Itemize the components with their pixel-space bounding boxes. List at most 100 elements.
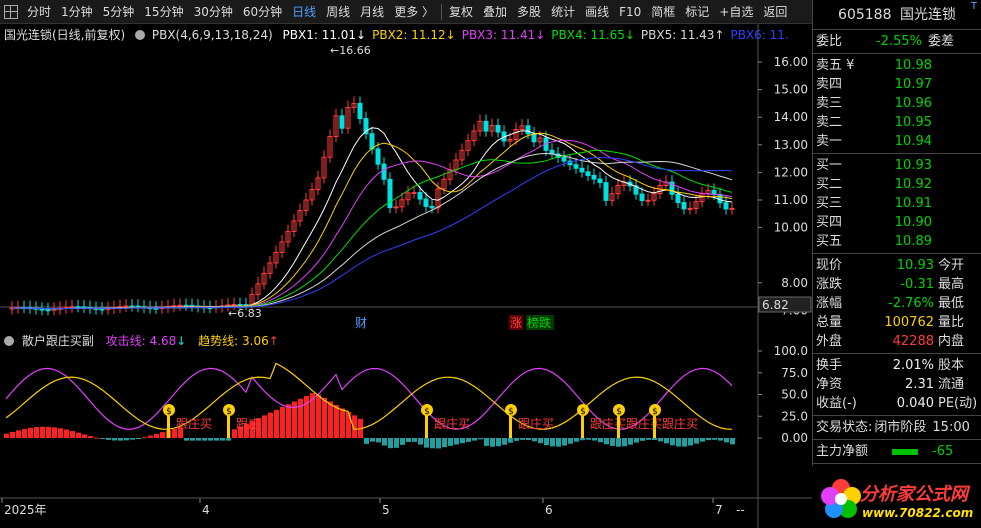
stat2-value: 0.040 bbox=[896, 396, 934, 411]
webi-label: 委比 bbox=[816, 34, 843, 49]
candle-body bbox=[645, 199, 651, 202]
bid-label: 买四 bbox=[816, 215, 843, 230]
volume-histogram-bar bbox=[574, 438, 579, 442]
overlay-button[interactable]: 叠加 bbox=[478, 0, 512, 24]
volume-histogram-bar bbox=[532, 438, 537, 442]
ask-row[interactable]: 卖五 ¥ 10.98 bbox=[813, 56, 981, 75]
volume-histogram-bar bbox=[82, 434, 87, 438]
candle-body bbox=[681, 202, 687, 210]
add-watchlist-button[interactable]: +自选 bbox=[714, 0, 758, 24]
sub-chart-title[interactable]: 散户跟庄买副 bbox=[22, 334, 94, 348]
finance-marker[interactable]: 财 bbox=[355, 316, 367, 330]
webi-row: 委比 -2.55% 委差 bbox=[813, 32, 981, 51]
trade-status-row: 交易状态: 闭市阶段 15:00 bbox=[813, 418, 981, 437]
buy-signal-label: 跟庄买 bbox=[626, 416, 662, 431]
volume-histogram-bar bbox=[526, 438, 531, 440]
stock-header: 605188 国光连锁 T bbox=[813, 0, 981, 30]
candle-body bbox=[495, 124, 501, 133]
period-tab-1min[interactable]: 1分钟 bbox=[56, 0, 98, 24]
multi-stock-button[interactable]: 多股 bbox=[512, 0, 546, 24]
volume-histogram-bar bbox=[598, 438, 603, 443]
ask-price: 10.94 bbox=[894, 134, 932, 149]
bid-list: 买一 10.93 买二 10.92 买三 10.91 买四 10.90 买五 10.89 bbox=[813, 156, 981, 251]
draw-line-button[interactable]: 画线 bbox=[580, 0, 614, 24]
ask-row[interactable]: 卖一 10.94 bbox=[813, 132, 981, 151]
volume-histogram-bar bbox=[676, 438, 681, 447]
stat2-row: 收益(-) 0.040 PE(动) bbox=[813, 394, 981, 413]
stat-value: 10.93 bbox=[896, 258, 934, 273]
candle-body bbox=[183, 304, 189, 307]
candle-body bbox=[687, 207, 693, 210]
fuquan-button[interactable]: 复权 bbox=[444, 0, 478, 24]
volume-histogram-bar bbox=[154, 433, 159, 438]
period-tab-15min[interactable]: 15分钟 bbox=[139, 0, 188, 24]
stat-label: 现价 bbox=[816, 258, 843, 273]
webi-value: -2.55% bbox=[876, 34, 922, 49]
volume-histogram-bar bbox=[622, 438, 627, 447]
volume-histogram-bar bbox=[508, 438, 513, 443]
period-tab-weekly[interactable]: 周线 bbox=[321, 0, 355, 24]
chart-canvas[interactable]: 16.00 15.00 14.00 13.00 12.00 11.00 10.00 8.00 7… bbox=[0, 24, 812, 528]
layout-grid-icon[interactable] bbox=[4, 4, 18, 19]
mainflow-value: -65 bbox=[932, 444, 954, 459]
pbx-line-1 bbox=[11, 127, 733, 310]
bid-row[interactable]: 买三 10.91 bbox=[813, 194, 981, 213]
trend-line-label: 趋势线: bbox=[198, 334, 239, 348]
sub-tick-label: 75.0 bbox=[781, 366, 808, 380]
volume-histogram-bar bbox=[58, 428, 63, 438]
back-button[interactable]: 返回 bbox=[758, 0, 792, 24]
buy-signal-label: 跟庄买 bbox=[518, 416, 554, 431]
volume-histogram-bar bbox=[190, 438, 195, 441]
period-tab-daily[interactable]: 日线 bbox=[287, 0, 321, 24]
simple-frame-button[interactable]: 简框 bbox=[646, 0, 680, 24]
period-tab-5min[interactable]: 5分钟 bbox=[98, 0, 140, 24]
bid-row[interactable]: 买四 10.90 bbox=[813, 213, 981, 232]
ask-row[interactable]: 卖四 10.97 bbox=[813, 75, 981, 94]
statistics-button[interactable]: 统计 bbox=[546, 0, 580, 24]
current-price-box-value: 6.82 bbox=[762, 298, 789, 312]
stat-label-right: 今开 bbox=[938, 258, 965, 273]
f10-button[interactable]: F10 bbox=[614, 0, 646, 24]
price-tick-label: 16.00 bbox=[774, 55, 808, 69]
price-tick-label: 8.00 bbox=[781, 276, 808, 290]
period-tab-more[interactable]: 更多 〉 bbox=[389, 0, 439, 24]
ask-row[interactable]: 卖三 10.96 bbox=[813, 94, 981, 113]
bid-row[interactable]: 买一 10.93 bbox=[813, 156, 981, 175]
volume-histogram-bar bbox=[394, 438, 399, 448]
header-t-mark: T bbox=[970, 1, 977, 12]
bid-row[interactable]: 买五 10.89 bbox=[813, 232, 981, 251]
ask-price: 10.95 bbox=[894, 115, 932, 130]
ranking-marker[interactable]: 榜跌 bbox=[527, 315, 551, 330]
price-tick-label: 13.00 bbox=[774, 138, 808, 152]
volume-histogram-bar bbox=[148, 435, 153, 438]
bid-row[interactable]: 买二 10.92 bbox=[813, 175, 981, 194]
volume-histogram-bar bbox=[520, 438, 525, 440]
stat-value: 42288 bbox=[892, 334, 934, 349]
limit-up-marker[interactable]: 涨 bbox=[510, 315, 522, 330]
period-tab-30min[interactable]: 30分钟 bbox=[189, 0, 238, 24]
money-bag-symbol: $ bbox=[652, 407, 658, 417]
high-price-label: ←16.66 bbox=[330, 44, 371, 57]
stat2-label: 换手 bbox=[816, 358, 843, 373]
ask-row[interactable]: 卖二 10.95 bbox=[813, 113, 981, 132]
volume-histogram-bar bbox=[568, 438, 573, 444]
stats-list: 现价 10.93 今开 涨跌 -0.31 最高 涨幅 -2.76% 最低 总量 100762 量比 外盘… bbox=[813, 256, 981, 351]
sub-indicator-settings-icon[interactable] bbox=[4, 336, 14, 346]
pbx-line-3-value: PBX3: 11.41↓ bbox=[461, 28, 546, 42]
money-bag-symbol: $ bbox=[616, 407, 622, 417]
period-tab-fenshi[interactable]: 分时 bbox=[22, 0, 56, 24]
volume-histogram-bar bbox=[706, 438, 711, 441]
low-price-label: ←6.83 bbox=[228, 307, 262, 320]
volume-histogram-bar bbox=[40, 426, 45, 438]
flower-logo-icon bbox=[821, 479, 861, 518]
buy-signal-label: 跟庄 bbox=[236, 416, 260, 431]
volume-histogram-bar bbox=[400, 438, 405, 445]
kline-chart-area[interactable]: 16.00 15.00 14.00 13.00 12.00 11.00 10.00 8.00 7… bbox=[0, 24, 812, 528]
candle-body bbox=[177, 304, 183, 307]
candle-body bbox=[45, 309, 51, 312]
indicator-settings-icon[interactable] bbox=[135, 30, 146, 40]
period-tab-60min[interactable]: 60分钟 bbox=[238, 0, 287, 24]
mark-button[interactable]: 标记 bbox=[680, 0, 714, 24]
period-tab-monthly[interactable]: 月线 bbox=[355, 0, 389, 24]
indicator-name[interactable]: PBX(4,6,9,13,18,24) bbox=[152, 28, 273, 42]
